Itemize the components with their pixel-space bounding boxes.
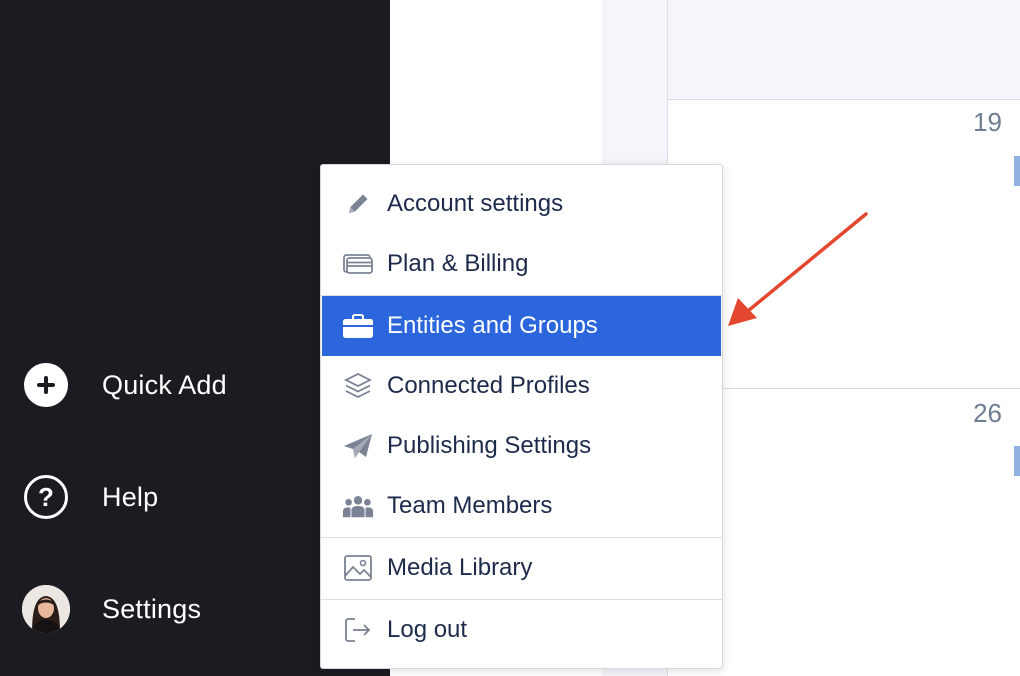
sidebar-item-label: Quick Add bbox=[102, 369, 227, 400]
log-out-icon bbox=[342, 614, 374, 646]
paper-plane-icon bbox=[342, 430, 374, 462]
pencil-icon bbox=[342, 188, 374, 220]
briefcase-icon bbox=[342, 310, 374, 342]
menu-item-plan-billing[interactable]: Plan & Billing bbox=[322, 234, 721, 294]
plus-circle-icon bbox=[22, 361, 70, 409]
menu-item-log-out[interactable]: Log out bbox=[322, 600, 721, 660]
menu-item-account-settings[interactable]: Account settings bbox=[322, 174, 721, 234]
users-icon bbox=[342, 490, 374, 522]
event-marker[interactable] bbox=[1014, 156, 1020, 186]
menu-item-entities-groups[interactable]: Entities and Groups bbox=[322, 296, 721, 356]
sidebar-item-help[interactable]: ? Help bbox=[22, 472, 158, 522]
layers-icon bbox=[342, 370, 374, 402]
sidebar-item-label: Help bbox=[102, 481, 159, 512]
menu-item-media-library[interactable]: Media Library bbox=[322, 538, 721, 598]
calendar-cell[interactable] bbox=[668, 0, 1020, 100]
image-icon bbox=[342, 552, 374, 584]
help-circle-icon: ? bbox=[22, 473, 70, 521]
sidebar-item-settings[interactable]: Settings bbox=[22, 584, 201, 634]
sidebar-item-quick-add[interactable]: Quick Add bbox=[22, 360, 227, 410]
menu-item-team-members[interactable]: Team Members bbox=[322, 476, 721, 536]
menu-item-publishing-settings[interactable]: Publishing Settings bbox=[322, 416, 721, 476]
avatar[interactable] bbox=[22, 585, 70, 633]
settings-menu: Account settings Plan & Billing Entities… bbox=[320, 164, 723, 669]
credit-card-icon bbox=[342, 248, 374, 280]
day-number[interactable]: 19 bbox=[973, 107, 1002, 138]
event-marker[interactable] bbox=[1014, 446, 1020, 476]
day-number[interactable]: 26 bbox=[973, 398, 1002, 429]
menu-item-connected-profiles[interactable]: Connected Profiles bbox=[322, 356, 721, 416]
sidebar-item-label: Settings bbox=[102, 593, 202, 624]
